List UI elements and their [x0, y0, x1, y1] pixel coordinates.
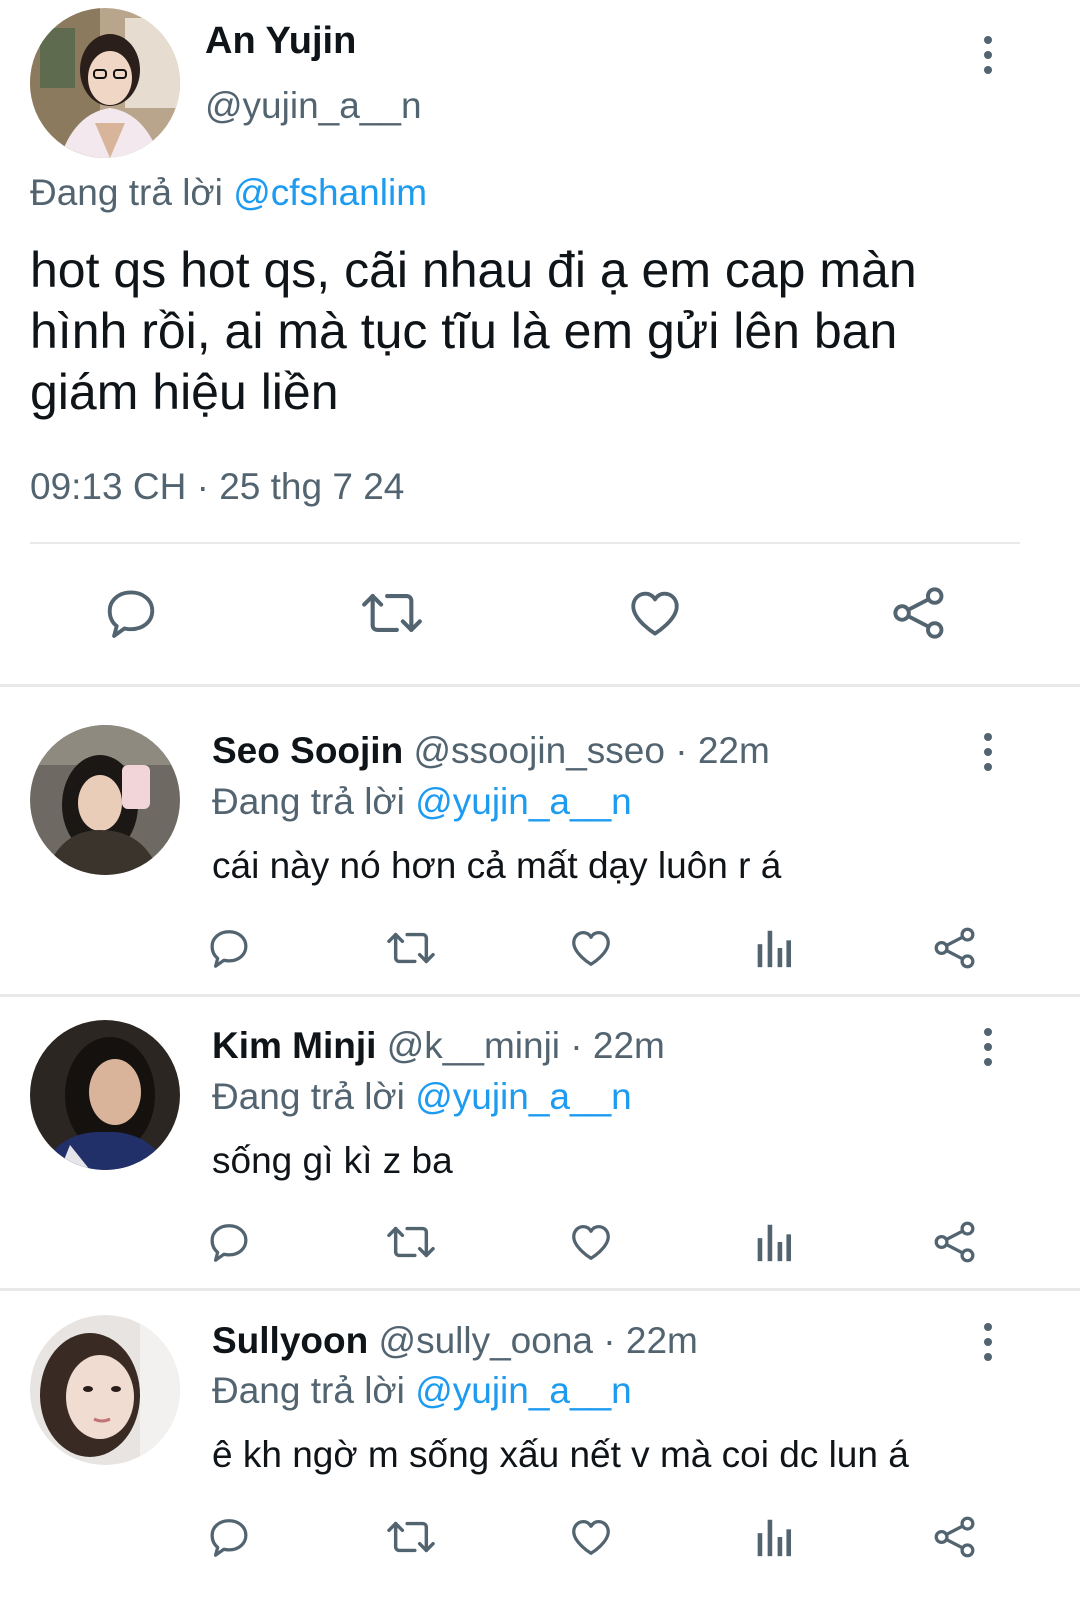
views-button[interactable] [753, 925, 793, 971]
heart-icon [572, 931, 610, 966]
reply-text: ê kh ngờ m sống xấu nết v mà coi dc lun … [212, 1434, 909, 1475]
retweet-icon [387, 932, 435, 964]
replying-to: Đang trả lời @yujin_a__n [212, 781, 632, 823]
share-button[interactable] [932, 1219, 978, 1265]
comment-bubble-icon [107, 590, 155, 638]
share-icon [934, 1516, 975, 1558]
replying-to-handle[interactable]: @yujin_a__n [415, 1370, 632, 1411]
replying-to-prefix: Đang trả lời [212, 1076, 405, 1117]
reply-time[interactable]: · 22m [603, 1320, 698, 1361]
reply-button[interactable] [102, 584, 160, 642]
replying-to-handle[interactable]: @yujin_a__n [415, 1076, 632, 1117]
heart-icon [572, 1520, 610, 1555]
tweet-text-line: giám hiệu liền [30, 364, 339, 420]
bar-chart-icon [757, 1519, 792, 1557]
bar-chart-icon [757, 930, 792, 968]
retweet-icon [387, 1521, 435, 1553]
reply-header: Kim Minji @k__minji · 22m [212, 1025, 665, 1067]
section-divider [0, 994, 1080, 997]
reply-author-handle[interactable]: @k__minji [387, 1025, 560, 1066]
more-options-button[interactable] [978, 36, 998, 80]
reply-button[interactable] [206, 1514, 252, 1560]
like-button[interactable] [568, 1219, 614, 1265]
reply-time[interactable]: · 22m [570, 1025, 665, 1066]
tweet-timestamp[interactable]: 09:13 CH · 25 thg 7 24 [30, 466, 404, 508]
share-button[interactable] [932, 1514, 978, 1560]
reply-author-handle[interactable]: @ssoojin_sseo [413, 730, 664, 771]
comment-bubble-icon [210, 1224, 248, 1262]
reply-header: Sullyoon @sully_oona · 22m [212, 1320, 698, 1362]
timestamp-divider [30, 542, 1020, 544]
share-button[interactable] [890, 584, 948, 642]
retweet-icon [362, 594, 422, 632]
like-button[interactable] [625, 584, 685, 642]
reply-author-name[interactable]: Kim Minji [212, 1025, 376, 1066]
tweet-text: hot qs hot qs, cãi nhau đi ạ em cap màn … [30, 240, 917, 423]
section-divider [0, 1288, 1080, 1291]
views-button[interactable] [753, 1514, 793, 1560]
replying-to-handle[interactable]: @yujin_a__n [415, 781, 632, 822]
more-options-button[interactable] [978, 1323, 998, 1367]
bar-chart-icon [757, 1224, 792, 1262]
replying-to: Đang trả lời @yujin_a__n [212, 1076, 632, 1118]
like-button[interactable] [568, 1514, 614, 1560]
more-options-button[interactable] [978, 1028, 998, 1072]
reply-author-name[interactable]: Seo Soojin [212, 730, 403, 771]
tweet-text-line: hot qs hot qs, cãi nhau đi ạ em cap màn [30, 242, 917, 298]
share-icon [934, 1221, 975, 1263]
retweet-button[interactable] [386, 1219, 436, 1265]
avatar[interactable] [30, 1315, 180, 1465]
comment-bubble-icon [210, 930, 248, 968]
retweet-icon [387, 1226, 435, 1258]
share-icon [934, 927, 975, 969]
replying-to-prefix: Đang trả lời [212, 781, 405, 822]
reply-button[interactable] [206, 1219, 252, 1265]
author-name[interactable]: An Yujin [205, 20, 356, 63]
retweet-button[interactable] [386, 925, 436, 971]
share-button[interactable] [932, 925, 978, 971]
avatar[interactable] [30, 725, 180, 875]
reply-text: sống gì kì z ba [212, 1140, 453, 1181]
replying-to-prefix: Đang trả lời [212, 1370, 405, 1411]
reply-author-name[interactable]: Sullyoon [212, 1320, 368, 1361]
reply-time[interactable]: · 22m [675, 730, 770, 771]
avatar[interactable] [30, 1020, 180, 1170]
retweet-button[interactable] [386, 1514, 436, 1560]
reply-button[interactable] [206, 925, 252, 971]
reply-author-handle[interactable]: @sully_oona [379, 1320, 593, 1361]
reply-text: cái này nó hơn cả mất dạy luôn r á [212, 845, 782, 886]
heart-icon [631, 591, 679, 636]
like-button[interactable] [568, 925, 614, 971]
replying-to: Đang trả lời @yujin_a__n [212, 1370, 632, 1412]
retweet-button[interactable] [360, 584, 424, 642]
section-divider [0, 684, 1080, 687]
avatar[interactable] [30, 8, 180, 158]
more-options-button[interactable] [978, 733, 998, 777]
reply-header: Seo Soojin @ssoojin_sseo · 22m [212, 730, 770, 772]
comment-bubble-icon [210, 1519, 248, 1557]
share-icon [893, 587, 944, 639]
replying-to-prefix: Đang trả lời [30, 172, 223, 213]
replying-to: Đang trả lời @cfshanlim [30, 172, 427, 214]
author-handle[interactable]: @yujin_a__n [205, 85, 422, 127]
heart-icon [572, 1225, 610, 1260]
tweet-text-line: hình rồi, ai mà tục tĩu là em gửi lên ba… [30, 303, 898, 359]
replying-to-handle[interactable]: @cfshanlim [233, 172, 427, 213]
views-button[interactable] [753, 1219, 793, 1265]
